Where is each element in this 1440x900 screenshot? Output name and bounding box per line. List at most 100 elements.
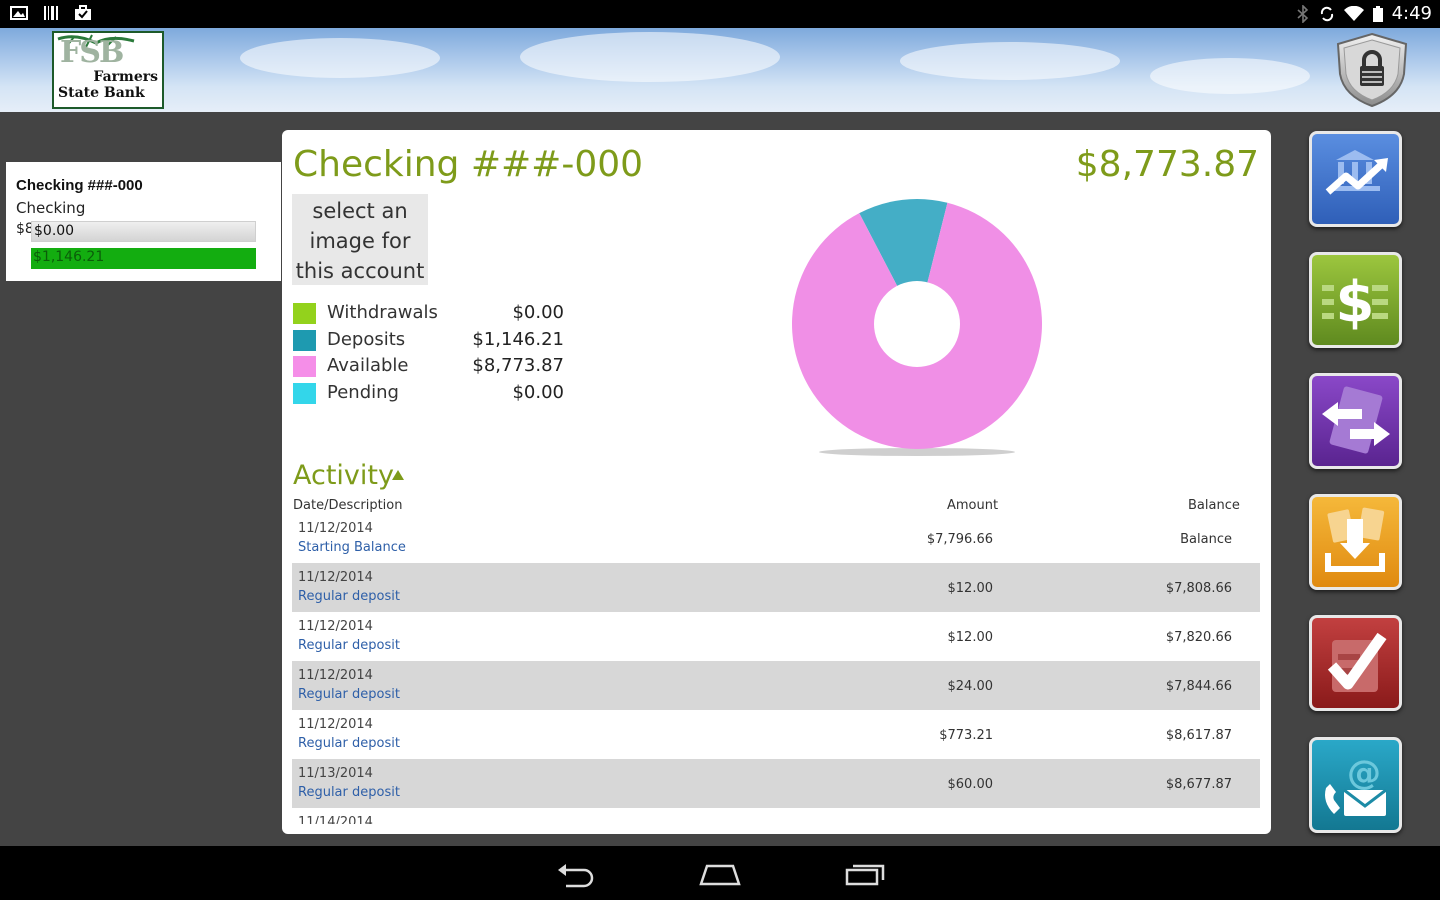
balance-legend: Withdrawals $0.00 Deposits $1,146.21 Ava…: [293, 302, 568, 408]
chart-shadow: [819, 448, 1015, 456]
payments-button[interactable]: $: [1309, 252, 1402, 348]
deposits-swatch: [293, 329, 316, 351]
deposit-button[interactable]: [1309, 494, 1402, 590]
withdrawals-bar: $0.00: [31, 221, 256, 242]
row-description[interactable]: Regular deposit: [298, 638, 400, 653]
row-amount: $24.00: [947, 679, 994, 694]
bank-logo[interactable]: FSB Farmers State Bank: [52, 31, 164, 109]
account-detail-card: Checking ###-000 $8,773.87 select an ima…: [282, 130, 1271, 834]
column-balance: Balance: [1188, 498, 1240, 513]
row-balance: $8,677.87: [1165, 777, 1232, 792]
recent-apps-icon[interactable]: [845, 860, 887, 888]
row-date: 11/14/2014: [298, 815, 373, 824]
row-date: 11/12/2014: [298, 619, 373, 634]
row-description[interactable]: Starting Balance: [298, 540, 406, 555]
account-type: Checking: [16, 199, 86, 217]
row-amount: $12.00: [947, 630, 994, 645]
row-date: 11/13/2014: [298, 766, 373, 781]
sync-icon: [1320, 6, 1333, 21]
accounts-chart-icon: [1325, 150, 1388, 195]
row-amount: $60.00: [947, 777, 994, 792]
column-amount: Amount: [947, 498, 999, 513]
legend-row-pending: Pending $0.00: [293, 382, 568, 409]
legend-label: Pending: [327, 381, 399, 403]
contact-phone-mail-icon: @: [1325, 753, 1387, 816]
table-row[interactable]: 11/12/2014 Starting Balance $7,796.66 Ba…: [292, 514, 1260, 563]
dollar-icon: $: [1322, 270, 1388, 335]
table-row[interactable]: 11/14/2014: [292, 808, 1260, 824]
image-icon: [10, 6, 28, 20]
legend-value: $0.00: [512, 302, 564, 323]
legend-row-available: Available $8,773.87: [293, 355, 568, 382]
svg-text:@: @: [1347, 753, 1381, 793]
row-date: 11/12/2014: [298, 570, 373, 585]
select-image-label: select an image for this account: [295, 199, 425, 283]
row-date: 11/12/2014: [298, 717, 373, 732]
battery-icon: [1372, 5, 1383, 22]
column-date-description: Date/Description: [293, 498, 403, 513]
legend-value: $8,773.87: [472, 355, 564, 376]
account-total: $8,773.87: [1075, 144, 1259, 185]
table-row[interactable]: 11/12/2014 Regular deposit $12.00 $7,820…: [292, 612, 1260, 661]
row-description[interactable]: Regular deposit: [298, 589, 400, 604]
row-balance: Balance: [1180, 532, 1232, 547]
accounts-button[interactable]: [1309, 131, 1402, 227]
withdrawals-swatch: [293, 303, 316, 324]
back-icon[interactable]: [556, 860, 596, 888]
table-row[interactable]: 11/12/2014 Regular deposit $24.00 $7,844…: [292, 661, 1260, 710]
row-description[interactable]: Regular deposit: [298, 785, 400, 800]
sort-up-icon[interactable]: [392, 470, 404, 480]
deposits-bar: $1,146.21: [31, 248, 256, 269]
page-title: Checking ###-000: [293, 144, 644, 185]
logo-mark: FSB: [60, 35, 124, 70]
table-row[interactable]: 11/12/2014 Regular deposit $12.00 $7,808…: [292, 563, 1260, 612]
withdrawals-bar-value: $0.00: [34, 223, 75, 239]
app-header: FSB Farmers State Bank: [0, 28, 1440, 112]
balance-donut-chart: [792, 199, 1042, 456]
home-icon[interactable]: [699, 860, 741, 888]
row-description[interactable]: Regular deposit: [298, 736, 400, 751]
table-row[interactable]: 11/13/2014 Regular deposit $60.00 $8,677…: [292, 759, 1260, 808]
activity-list[interactable]: 11/12/2014 Starting Balance $7,796.66 Ba…: [292, 514, 1260, 824]
logo-text-line1: Farmers: [93, 69, 158, 85]
svg-text:$: $: [1336, 270, 1375, 335]
system-navigation-bar: [0, 846, 1440, 900]
contact-button[interactable]: @: [1309, 737, 1402, 833]
select-image-button[interactable]: select an image for this account: [292, 194, 428, 285]
row-balance: $7,844.66: [1165, 679, 1232, 694]
row-balance: $7,808.66: [1165, 581, 1232, 596]
legend-value: $0.00: [512, 381, 564, 403]
transfer-button[interactable]: [1309, 373, 1402, 469]
pending-swatch: [293, 382, 316, 404]
deposit-download-icon: [1325, 507, 1385, 572]
legend-label: Deposits: [327, 328, 406, 350]
row-balance: $7,820.66: [1165, 630, 1232, 645]
wifi-icon: [1343, 5, 1364, 21]
legend-row-deposits: Deposits $1,146.21: [293, 329, 568, 356]
logo-text-line2: State Bank: [58, 85, 145, 101]
legend-value: $1,146.21: [472, 328, 564, 350]
checkmark-icon: [1327, 632, 1387, 692]
shield-lock-icon[interactable]: [1334, 32, 1410, 108]
table-row[interactable]: 11/12/2014 Regular deposit $773.21 $8,61…: [292, 710, 1260, 759]
legend-label: Withdrawals: [327, 302, 438, 323]
activity-heading[interactable]: Activity: [293, 460, 394, 491]
legend-row-withdrawals: Withdrawals $0.00: [293, 302, 568, 329]
tasks-button[interactable]: [1309, 615, 1402, 711]
row-balance: $8,617.87: [1165, 728, 1232, 743]
row-date: 11/12/2014: [298, 668, 373, 683]
status-bar: 4:49: [0, 0, 1440, 28]
account-list-item[interactable]: Checking ###-000 Checking $8 $0.00 $1,14…: [6, 162, 281, 281]
row-amount: $7,796.66: [926, 532, 993, 547]
deposits-bar-value: $1,146.21: [33, 249, 105, 265]
bluetooth-icon: [1297, 4, 1308, 23]
legend-label: Available: [327, 355, 409, 376]
row-amount: $12.00: [947, 581, 994, 596]
clock: 4:49: [1391, 3, 1432, 24]
transfer-icon: [1322, 386, 1390, 454]
row-description[interactable]: Regular deposit: [298, 687, 400, 702]
row-date: 11/12/2014: [298, 521, 373, 536]
donut-hole: [874, 281, 960, 367]
available-swatch: [293, 356, 316, 377]
row-amount: $773.21: [939, 728, 993, 743]
